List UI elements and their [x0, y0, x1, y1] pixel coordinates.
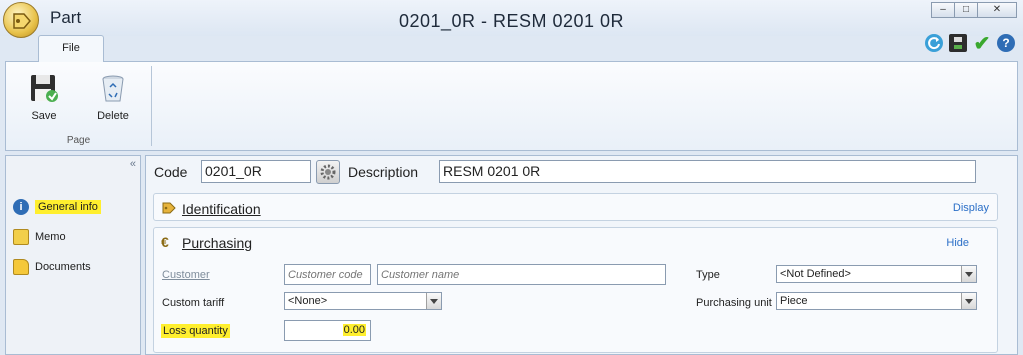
ribbon-group-separator — [151, 66, 152, 146]
maximize-button[interactable]: □ — [954, 2, 978, 18]
custom-tariff-value: <None> — [288, 295, 328, 307]
purchasing-unit-value: Piece — [780, 295, 808, 307]
minimize-button[interactable]: – — [931, 2, 955, 18]
memo-icon — [13, 229, 29, 245]
info-icon: i — [13, 199, 29, 215]
display-link[interactable]: Display — [953, 202, 989, 214]
collapse-nav-icon[interactable]: « — [130, 158, 136, 170]
minimize-icon: – — [940, 4, 946, 15]
customer-code-input[interactable] — [284, 264, 371, 285]
close-button[interactable]: ✕ — [977, 2, 1017, 18]
gear-icon — [320, 164, 336, 180]
main-content: Code 0201_0R Description RESM 0201 0R Id… — [145, 155, 1018, 355]
save-label: Save — [31, 110, 57, 122]
loss-quantity-input[interactable]: 0.00 — [284, 320, 371, 341]
nav-item-documents[interactable]: Documents — [8, 256, 140, 278]
purchasing-unit-label: Purchasing unit — [696, 297, 772, 309]
code-label: Code — [154, 164, 188, 180]
chevron-down-icon[interactable] — [426, 293, 441, 309]
euro-icon: € — [161, 234, 169, 250]
loss-quantity-label: Loss quantity — [161, 324, 230, 338]
chevron-down-icon[interactable] — [961, 293, 976, 309]
purchasing-panel: € Purchasing Hide Customer Type <Not Def… — [153, 227, 998, 353]
nav-item-label: General info — [35, 200, 101, 214]
nav-item-label: Documents — [35, 261, 91, 273]
window-controls: – □ ✕ — [931, 2, 1017, 18]
chevron-down-icon[interactable] — [961, 266, 976, 282]
purchasing-title[interactable]: Purchasing — [182, 235, 252, 251]
description-field[interactable]: RESM 0201 0R — [439, 160, 976, 183]
window-title: 0201_0R - RESM 0201 0R — [398, 11, 625, 31]
save-button[interactable]: Save — [19, 72, 69, 122]
customer-name-input[interactable] — [377, 264, 666, 285]
confirm-check-icon[interactable]: ✔ — [973, 33, 991, 55]
ribbon-group-label: Page — [66, 135, 91, 146]
nav-item-memo[interactable]: Memo — [8, 226, 140, 248]
maximize-icon: □ — [962, 4, 970, 15]
ribbon: Save Delete Page — [5, 61, 1018, 151]
tag-icon — [161, 200, 177, 219]
identification-title[interactable]: Identification — [182, 201, 261, 217]
delete-button[interactable]: Delete — [88, 72, 138, 122]
folder-icon — [13, 259, 29, 275]
custom-tariff-select[interactable]: <None> — [284, 292, 442, 310]
delete-label: Delete — [97, 110, 129, 122]
title-bar: Part 0201_0R - RESM 0201 0R – □ ✕ — [0, 0, 1023, 38]
nav-item-label: Memo — [35, 231, 66, 243]
hide-link[interactable]: Hide — [946, 237, 969, 249]
identification-panel: Identification Display — [153, 193, 998, 221]
refresh-icon[interactable] — [925, 34, 943, 52]
tab-file[interactable]: File — [38, 35, 104, 62]
type-value: <Not Defined> — [780, 268, 851, 280]
settings-button[interactable] — [316, 160, 340, 184]
customer-link[interactable]: Customer — [162, 269, 210, 281]
type-label: Type — [696, 269, 720, 281]
purchasing-unit-select[interactable]: Piece — [776, 292, 977, 310]
description-label: Description — [348, 164, 419, 180]
floppy-disk-icon — [28, 72, 60, 104]
side-nav: « i General info Memo Documents — [5, 155, 141, 355]
recycle-bin-icon — [97, 72, 129, 104]
code-field[interactable]: 0201_0R — [201, 160, 311, 183]
custom-tariff-label: Custom tariff — [162, 297, 225, 309]
save-icon[interactable] — [949, 34, 967, 52]
quick-actions: ✔ ? — [925, 33, 1015, 55]
type-select[interactable]: <Not Defined> — [776, 265, 977, 283]
close-icon: ✕ — [992, 4, 1002, 15]
nav-item-general-info[interactable]: i General info — [8, 196, 140, 218]
help-icon[interactable]: ? — [997, 34, 1015, 52]
